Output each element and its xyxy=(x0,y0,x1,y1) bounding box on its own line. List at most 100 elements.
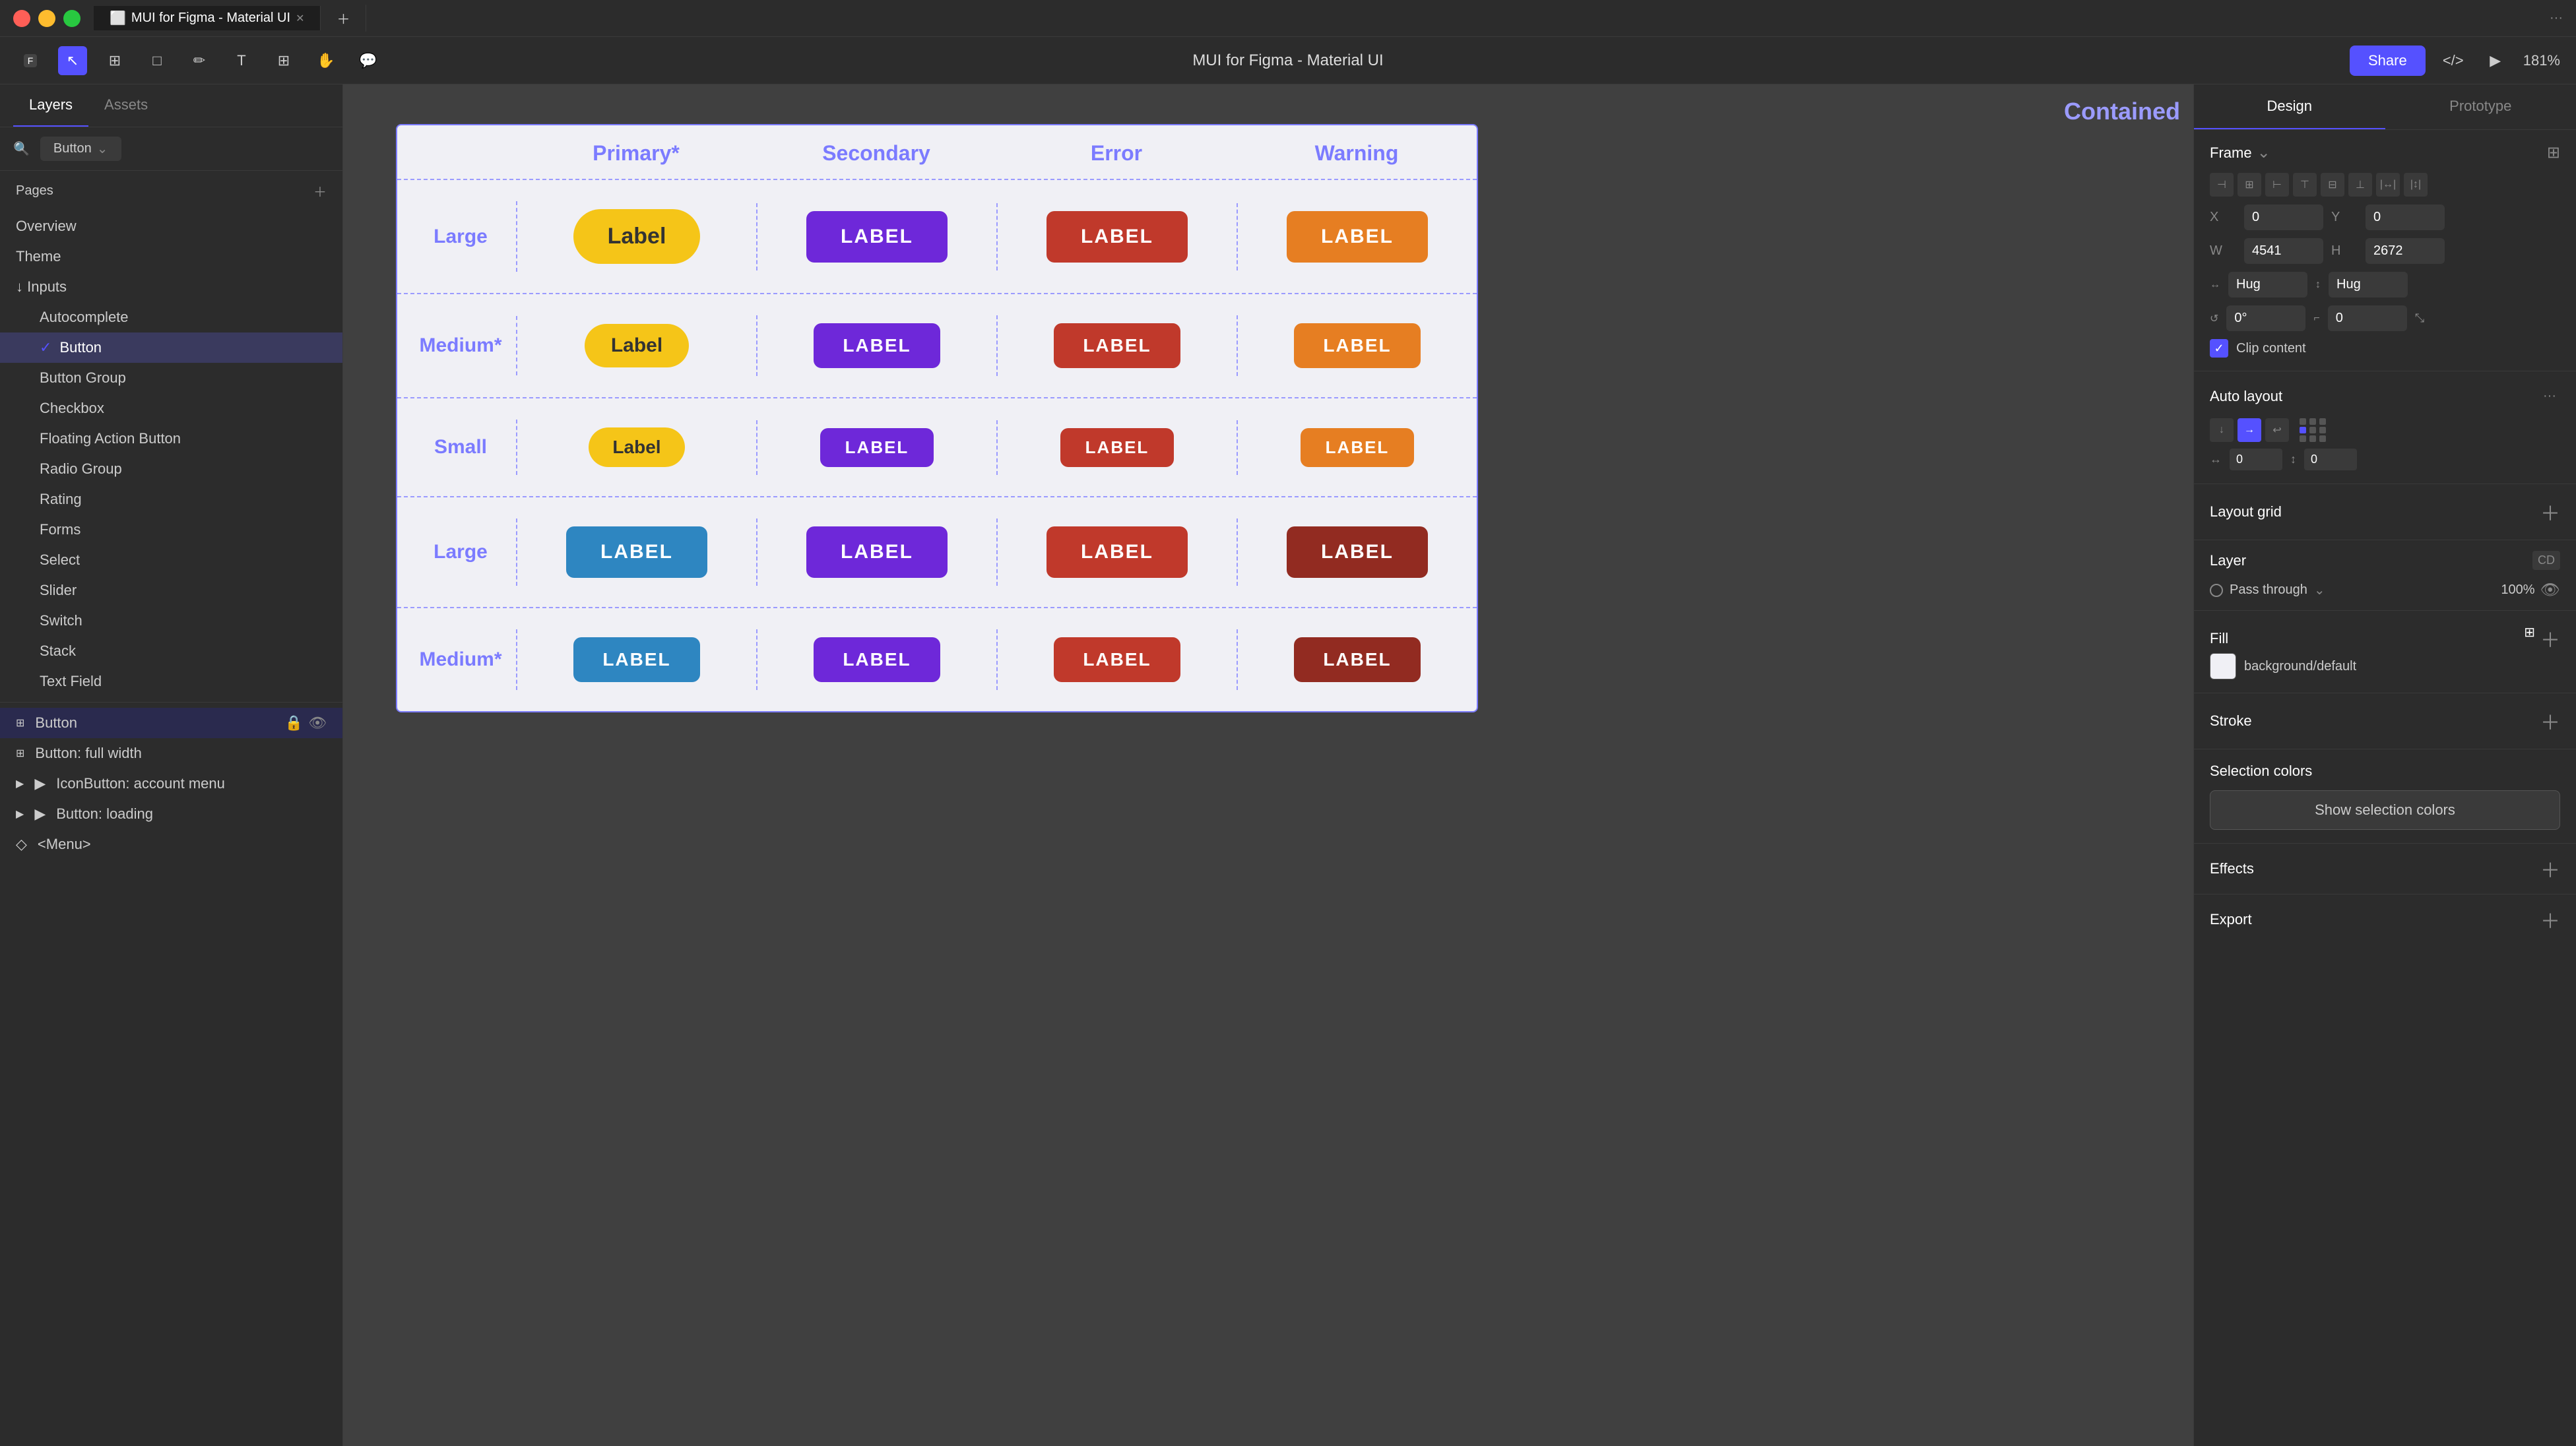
show-selection-colors-button[interactable]: Show selection colors xyxy=(2210,790,2560,830)
h-spacing-input[interactable] xyxy=(2230,449,2282,470)
tab-prototype[interactable]: Prototype xyxy=(2385,84,2576,129)
layer-mode-label[interactable]: Pass through xyxy=(2230,582,2307,598)
distribute-v-icon[interactable]: |↕| xyxy=(2404,173,2428,197)
btn-primary-medium-2[interactable]: LABEL xyxy=(573,637,699,682)
btn-primary-medium[interactable]: Label xyxy=(585,324,689,367)
layer-item-button[interactable]: ⊞ Button 🔒 👁 xyxy=(0,708,342,738)
shape-tool-icon[interactable]: □ xyxy=(143,46,172,75)
figma-logo-icon[interactable]: F xyxy=(16,46,45,75)
search-icon[interactable]: 🔍 xyxy=(13,141,30,157)
align-right-icon[interactable]: ⊢ xyxy=(2265,173,2289,197)
layout-down-icon[interactable]: ↓ xyxy=(2210,418,2234,442)
tab-assets[interactable]: Assets xyxy=(88,84,164,127)
btn-warning-large[interactable]: LABEL xyxy=(1287,211,1428,263)
add-fill-button[interactable]: ＋ xyxy=(2540,624,2560,653)
more-options-button[interactable]: ··· xyxy=(2539,385,2560,408)
layer-item-menu[interactable]: ◇ <Menu> xyxy=(0,829,342,860)
btn-warning-small[interactable]: LABEL xyxy=(1301,428,1415,467)
clip-content-checkbox[interactable]: ✓ xyxy=(2210,339,2228,358)
layer-item-button-loading[interactable]: ▶ ▶ Button: loading xyxy=(0,799,342,829)
comment-tool-icon[interactable]: 💬 xyxy=(354,46,383,75)
page-item-autocomplete[interactable]: Autocomplete xyxy=(0,302,342,332)
tab-design[interactable]: Design xyxy=(2194,84,2385,129)
tab-close-icon[interactable]: ✕ xyxy=(296,12,304,25)
page-item-stack[interactable]: Stack xyxy=(0,636,342,666)
play-icon[interactable]: ▶ xyxy=(2481,46,2510,75)
page-item-overview[interactable]: Overview xyxy=(0,211,342,241)
distribute-h-icon[interactable]: |↔| xyxy=(2376,173,2400,197)
btn-error-medium-2[interactable]: LABEL xyxy=(1054,637,1180,682)
btn-primary-large-2[interactable]: LABEL xyxy=(566,526,707,578)
hug-x-input[interactable] xyxy=(2228,272,2307,298)
btn-error-medium[interactable]: LABEL xyxy=(1054,323,1180,368)
page-item-radio[interactable]: Radio Group xyxy=(0,454,342,484)
select-tool-icon[interactable]: ↖ xyxy=(58,46,87,75)
btn-secondary-small[interactable]: LABEL xyxy=(820,428,934,467)
align-top-icon[interactable]: ⊤ xyxy=(2293,173,2317,197)
maximize-button[interactable] xyxy=(63,10,80,27)
y-input[interactable] xyxy=(2366,204,2445,230)
more-options-icon[interactable]: ··· xyxy=(2550,11,2563,26)
h-input[interactable] xyxy=(2366,238,2445,264)
page-item-checkbox[interactable]: Checkbox xyxy=(0,393,342,424)
add-effect-button[interactable]: ＋ xyxy=(2540,854,2560,883)
close-button[interactable] xyxy=(13,10,30,27)
btn-error-large-2[interactable]: LABEL xyxy=(1046,526,1188,578)
text-tool-icon[interactable]: T xyxy=(227,46,256,75)
zoom-level[interactable]: 181% xyxy=(2523,52,2560,69)
page-item-textfield[interactable]: Text Field xyxy=(0,666,342,697)
btn-warning-medium[interactable]: LABEL xyxy=(1294,323,1420,368)
visibility-icon[interactable]: 👁 xyxy=(2540,581,2560,600)
minimize-button[interactable] xyxy=(38,10,55,27)
tab-layers[interactable]: Layers xyxy=(13,84,88,127)
page-item-slider[interactable]: Slider xyxy=(0,575,342,606)
btn-error-small[interactable]: LABEL xyxy=(1060,428,1175,467)
w-input[interactable] xyxy=(2244,238,2323,264)
opacity-value[interactable]: 100% xyxy=(2501,582,2534,598)
add-page-icon[interactable]: ＋ xyxy=(313,181,327,201)
frame-tool-icon[interactable]: ⊞ xyxy=(100,46,129,75)
align-bottom-icon[interactable]: ⊥ xyxy=(2348,173,2372,197)
fill-color-swatch[interactable] xyxy=(2210,653,2236,679)
layout-right-icon[interactable]: → xyxy=(2238,418,2261,442)
new-tab-button[interactable]: ＋ xyxy=(321,5,366,32)
assets-tool-icon[interactable]: ⊞ xyxy=(269,46,298,75)
hand-tool-icon[interactable]: ✋ xyxy=(311,46,340,75)
page-item-button-group[interactable]: Button Group xyxy=(0,363,342,393)
btn-primary-small[interactable]: Label xyxy=(589,427,684,467)
align-icon[interactable]: ⊞ xyxy=(2547,143,2560,162)
layout-wrap-icon[interactable]: ↩ xyxy=(2265,418,2289,442)
page-item-switch[interactable]: Switch xyxy=(0,606,342,636)
layer-item-iconbutton[interactable]: ▶ ▶ IconButton: account menu xyxy=(0,769,342,799)
btn-secondary-large-2[interactable]: LABEL xyxy=(806,526,948,578)
page-item-button[interactable]: ✓ Button xyxy=(0,332,342,363)
add-layout-grid-button[interactable]: ＋ xyxy=(2540,497,2560,526)
fill-add-icon[interactable]: ⊞ xyxy=(2524,624,2535,653)
add-stroke-button[interactable]: ＋ xyxy=(2540,707,2560,736)
page-item-fab[interactable]: Floating Action Button xyxy=(0,424,342,454)
btn-secondary-medium-2[interactable]: LABEL xyxy=(814,637,940,682)
x-input[interactable] xyxy=(2244,204,2323,230)
btn-error-large[interactable]: LABEL xyxy=(1046,211,1188,263)
btn-warning-large-2[interactable]: LABEL xyxy=(1287,526,1428,578)
v-spacing-input[interactable] xyxy=(2304,449,2357,470)
page-item-inputs[interactable]: ↓ Inputs xyxy=(0,272,342,302)
rotation-input[interactable] xyxy=(2226,305,2305,331)
page-item-theme[interactable]: Theme xyxy=(0,241,342,272)
pen-tool-icon[interactable]: ✏ xyxy=(185,46,214,75)
active-tab[interactable]: ⬜ MUI for Figma - Material UI ✕ xyxy=(94,6,321,30)
layer-visible-icon[interactable]: 👁 xyxy=(308,714,327,732)
btn-warning-medium-2[interactable]: LABEL xyxy=(1294,637,1420,682)
btn-secondary-large[interactable]: LABEL xyxy=(806,211,948,263)
add-export-button[interactable]: ＋ xyxy=(2540,905,2560,934)
code-icon[interactable]: </> xyxy=(2439,46,2468,75)
canvas-area[interactable]: Contained Primary* Secondary Error Warni… xyxy=(343,84,2193,1446)
btn-primary-large[interactable]: Label xyxy=(573,209,701,264)
corner-input[interactable] xyxy=(2328,305,2407,331)
align-center-v-icon[interactable]: ⊟ xyxy=(2321,173,2344,197)
page-item-forms[interactable]: Forms xyxy=(0,515,342,545)
page-item-select[interactable]: Select xyxy=(0,545,342,575)
resize-icon[interactable]: ⤡ xyxy=(2415,311,2424,325)
share-button[interactable]: Share xyxy=(2350,46,2426,76)
layer-item-button-full[interactable]: ⊞ Button: full width xyxy=(0,738,342,769)
